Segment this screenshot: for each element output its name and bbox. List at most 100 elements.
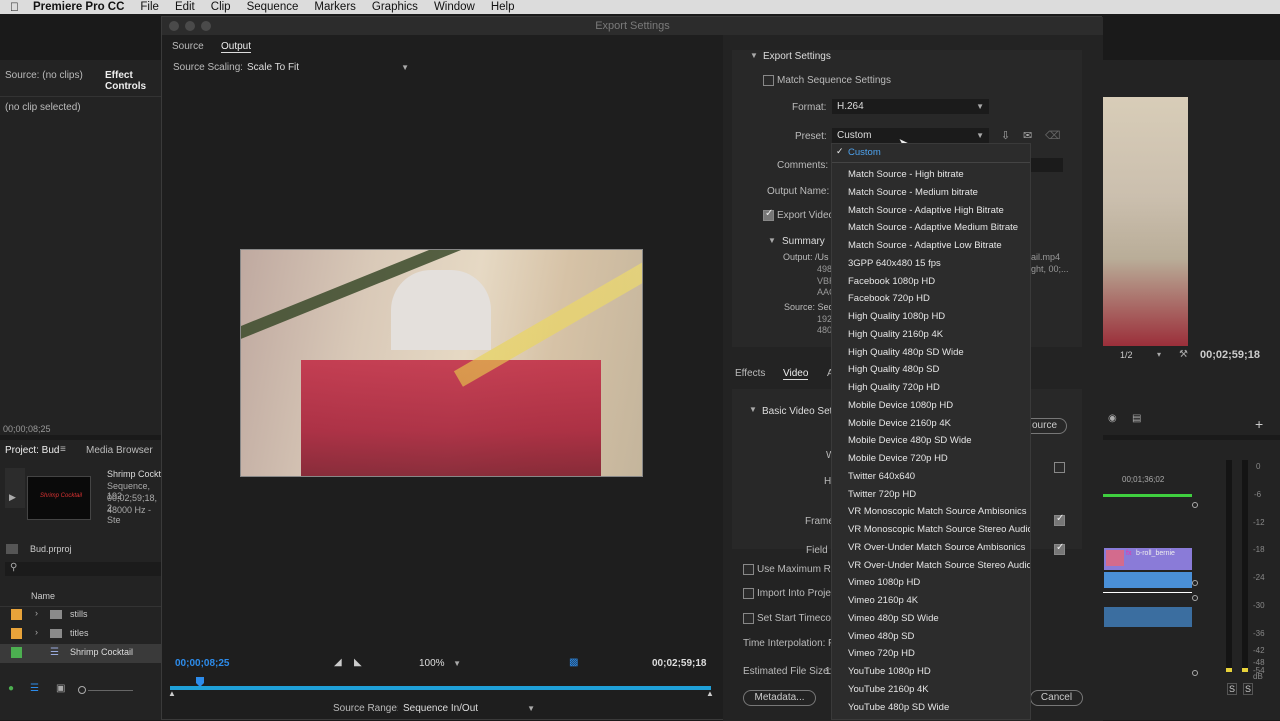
source-scaling-dropdown[interactable]: Scale To Fit ▼: [242, 60, 414, 75]
preset-menu-item[interactable]: High Quality 480p SD: [848, 364, 939, 375]
chevron-right-icon[interactable]: ›: [35, 627, 38, 637]
preset-menu-item[interactable]: Mobile Device 1080p HD: [848, 400, 953, 411]
zoom-slider-handle[interactable]: [78, 686, 86, 694]
list-item[interactable]: › titles: [0, 625, 161, 644]
preset-menu-item[interactable]: YouTube 1080p HD: [848, 666, 931, 677]
export-video-checkbox[interactable]: [763, 208, 774, 221]
insert-icon[interactable]: ▤: [1132, 413, 1141, 424]
menu-edit[interactable]: Edit: [175, 1, 195, 13]
video-clip[interactable]: fx b-roll_bernie: [1104, 548, 1192, 570]
icon-view-icon[interactable]: ▣: [56, 683, 65, 694]
tab-output[interactable]: Output: [221, 41, 252, 53]
preset-menu-item[interactable]: High Quality 720p HD: [848, 382, 940, 393]
preset-menu-item[interactable]: Twitter 640x640: [848, 471, 915, 482]
tab-effects[interactable]: Effects: [735, 368, 765, 379]
menu-markers[interactable]: Markers: [314, 1, 356, 13]
chevron-down-icon[interactable]: ▼: [768, 236, 776, 245]
zoom-button[interactable]: [201, 21, 211, 31]
preset-menu-item[interactable]: Match Source - Adaptive High Bitrate: [848, 205, 1004, 216]
format-dropdown[interactable]: H.264 ▼: [832, 99, 989, 114]
scroll-handle[interactable]: [1192, 595, 1198, 601]
list-item[interactable]: ☰ Shrimp Cocktail: [0, 644, 161, 663]
clip-thumbnail[interactable]: Shrimp Cocktail: [27, 476, 91, 520]
app-menu[interactable]: Premiere Pro CC: [33, 1, 124, 13]
preview-current-timecode[interactable]: 00;00;08;25: [175, 658, 229, 669]
search-input[interactable]: ⚲: [5, 562, 161, 576]
zoom-dropdown[interactable]: 100% ▼: [414, 656, 466, 671]
lock-icon[interactable]: ●: [8, 683, 14, 694]
camera-icon[interactable]: ◉: [1108, 413, 1117, 424]
preset-menu-item[interactable]: 3GPP 640x480 15 fps: [848, 258, 941, 269]
preset-menu-item[interactable]: Match Source - Adaptive Medium Bitrate: [848, 222, 1018, 233]
in-point-marker[interactable]: ▲: [168, 689, 176, 698]
save-preset-icon[interactable]: ⇩: [1001, 129, 1010, 142]
source-tab[interactable]: Source: (no clips): [5, 70, 83, 81]
scroll-handle[interactable]: [1192, 670, 1198, 676]
chevron-right-icon[interactable]: ›: [35, 608, 38, 618]
metadata-button[interactable]: Metadata...: [743, 690, 816, 706]
preset-menu-item[interactable]: Twitter 720p HD: [848, 489, 916, 500]
preset-menu-item[interactable]: Vimeo 1080p HD: [848, 577, 920, 588]
preset-menu-item[interactable]: VR Over-Under Match Source Ambisonics: [848, 542, 1025, 553]
frame-rate-checkbox[interactable]: [1054, 513, 1065, 526]
media-browser-tab[interactable]: Media Browser: [86, 445, 153, 456]
preset-menu-item-selected[interactable]: Custom: [848, 147, 881, 158]
preset-menu-item[interactable]: Mobile Device 480p SD Wide: [848, 435, 972, 446]
preset-menu-item[interactable]: Vimeo 480p SD: [848, 631, 914, 642]
menu-help[interactable]: Help: [491, 1, 515, 13]
zoom-slider[interactable]: [88, 690, 133, 691]
preset-menu-item[interactable]: VR Monoscopic Match Source Ambisonics: [848, 506, 1026, 517]
comments-field[interactable]: [1030, 158, 1063, 172]
preset-menu-item[interactable]: High Quality 2160p 4K: [848, 329, 943, 340]
source-range-dropdown[interactable]: Sequence In/Out ▼: [398, 701, 540, 716]
list-view-icon[interactable]: ☰: [30, 683, 39, 694]
menu-window[interactable]: Window: [434, 1, 475, 13]
preset-menu-item[interactable]: Vimeo 2160p 4K: [848, 595, 918, 606]
preset-menu-item[interactable]: Facebook 720p HD: [848, 293, 930, 304]
tab-source[interactable]: Source: [172, 41, 204, 52]
effect-controls-tab[interactable]: Effect Controls: [105, 70, 161, 92]
preset-menu-item[interactable]: Mobile Device 720p HD: [848, 453, 948, 464]
import-project-checkbox[interactable]: [743, 588, 754, 599]
scroll-handle[interactable]: [1192, 580, 1198, 586]
preview-timeline-bar[interactable]: [170, 686, 711, 690]
preset-menu-item[interactable]: YouTube 2160p 4K: [848, 684, 929, 695]
scroll-handle[interactable]: [1192, 502, 1198, 508]
preset-menu-item[interactable]: Vimeo 720p HD: [848, 648, 915, 659]
delete-preset-icon[interactable]: ⌫: [1045, 129, 1061, 142]
preset-menu-item[interactable]: Facebook 1080p HD: [848, 276, 935, 287]
tab-video[interactable]: Video: [783, 368, 809, 380]
import-preset-icon[interactable]: ✉: [1023, 129, 1032, 142]
match-sequence-checkbox[interactable]: [763, 75, 774, 86]
link-dimensions-checkbox[interactable]: [1054, 462, 1065, 473]
apple-icon[interactable]: : [10, 0, 19, 14]
add-icon[interactable]: +: [1255, 416, 1263, 432]
preset-menu-item[interactable]: Match Source - Medium bitrate: [848, 187, 978, 198]
project-tab[interactable]: Project: Bud: [5, 445, 59, 456]
chevron-down-icon[interactable]: ▼: [750, 51, 758, 60]
play-icon[interactable]: ▶: [9, 492, 16, 503]
aspect-toggle-icon[interactable]: ▩: [569, 657, 578, 668]
solo-right-button[interactable]: S: [1243, 683, 1254, 695]
set-start-timecode-checkbox[interactable]: [743, 613, 754, 624]
hamburger-icon[interactable]: ≡: [60, 444, 66, 455]
wrench-icon[interactable]: ⚒: [1179, 349, 1188, 360]
preset-menu-item[interactable]: VR Monoscopic Match Source Stereo Audio: [848, 524, 1030, 535]
use-max-render-checkbox[interactable]: [743, 564, 754, 575]
chevron-down-icon[interactable]: ▾: [1157, 350, 1161, 359]
out-point-marker[interactable]: ▲: [706, 689, 714, 698]
name-column-header[interactable]: Name: [31, 591, 55, 601]
audio-clip[interactable]: [1104, 607, 1192, 627]
menu-file[interactable]: File: [140, 1, 159, 13]
preset-menu-item[interactable]: High Quality 1080p HD: [848, 311, 945, 322]
solo-left-button[interactable]: S: [1227, 683, 1238, 695]
video-clip-2[interactable]: [1104, 572, 1192, 588]
preset-menu-item[interactable]: Mobile Device 2160p 4K: [848, 418, 951, 429]
preset-menu-item[interactable]: Vimeo 480p SD Wide: [848, 613, 939, 624]
preset-menu-item[interactable]: YouTube 480p SD Wide: [848, 702, 949, 713]
menu-graphics[interactable]: Graphics: [372, 1, 418, 13]
preset-menu-item[interactable]: VR Over-Under Match Source Stereo Audio: [848, 560, 1030, 571]
cancel-button[interactable]: Cancel: [1030, 690, 1083, 706]
field-order-checkbox[interactable]: [1054, 542, 1065, 555]
preset-menu-item[interactable]: Match Source - Adaptive Low Bitrate: [848, 240, 1002, 251]
